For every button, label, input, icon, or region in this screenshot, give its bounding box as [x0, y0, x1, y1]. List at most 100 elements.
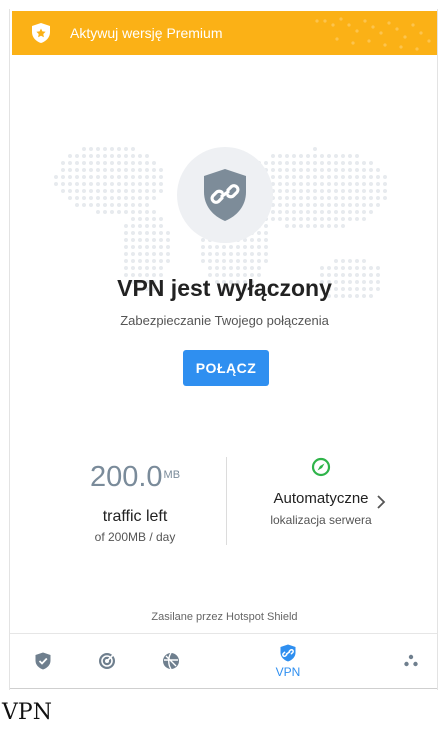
- map-dot: [124, 196, 128, 200]
- map-dot: [110, 161, 114, 165]
- map-dot: [285, 161, 289, 165]
- map-dot: [131, 196, 135, 200]
- tab-scanner[interactable]: [90, 634, 124, 688]
- map-dot: [292, 203, 296, 207]
- map-dot: [327, 168, 331, 172]
- map-dot: [299, 203, 303, 207]
- premium-banner[interactable]: Aktywuj wersję Premium: [12, 11, 437, 55]
- map-dot: [313, 154, 317, 158]
- map-dot: [103, 147, 107, 151]
- map-dot: [334, 203, 338, 207]
- chevron-right-icon[interactable]: [376, 495, 386, 509]
- map-dot: [124, 245, 128, 249]
- map-dot: [369, 189, 373, 193]
- map-dot: [159, 175, 163, 179]
- map-dot: [131, 252, 135, 256]
- map-dot: [320, 182, 324, 186]
- map-dot: [383, 196, 387, 200]
- map-dot: [96, 168, 100, 172]
- connect-button[interactable]: POŁĄCZ: [183, 350, 269, 386]
- map-dot: [285, 182, 289, 186]
- map-dot: [285, 168, 289, 172]
- map-dot: [320, 161, 324, 165]
- tab-protection[interactable]: [26, 634, 60, 688]
- map-dot: [348, 175, 352, 179]
- map-dot: [68, 168, 72, 172]
- map-dot: [362, 182, 366, 186]
- map-dot: [306, 175, 310, 179]
- traffic-unit: MB: [163, 469, 181, 481]
- map-dot: [75, 189, 79, 193]
- map-dot: [292, 175, 296, 179]
- map-dot: [124, 231, 128, 235]
- map-dot: [96, 182, 100, 186]
- map-dot: [152, 245, 156, 249]
- map-dot: [334, 224, 338, 228]
- map-dot: [166, 252, 170, 256]
- map-dot: [320, 175, 324, 179]
- map-dot: [306, 196, 310, 200]
- map-dot: [327, 210, 331, 214]
- map-dot: [75, 161, 79, 165]
- map-dot: [278, 196, 282, 200]
- map-dot: [292, 224, 296, 228]
- map-dot: [299, 154, 303, 158]
- map-dot: [327, 182, 331, 186]
- map-dot: [152, 231, 156, 235]
- map-dot: [278, 217, 282, 221]
- map-dot: [82, 168, 86, 172]
- map-dot: [68, 154, 72, 158]
- map-dot: [82, 203, 86, 207]
- map-dot: [369, 210, 373, 214]
- map-dot: [292, 168, 296, 172]
- map-dot: [103, 161, 107, 165]
- map-dot: [257, 245, 261, 249]
- tab-vpn[interactable]: VPN: [268, 634, 308, 688]
- server-location-selector[interactable]: Automatyczne lokalizacja serwera: [236, 457, 406, 527]
- map-dot: [159, 252, 163, 256]
- map-dot: [285, 203, 289, 207]
- map-dot: [96, 210, 100, 214]
- map-dot: [131, 175, 135, 179]
- map-dot: [166, 231, 170, 235]
- map-dot: [152, 224, 156, 228]
- stats-divider: [226, 457, 227, 545]
- map-dot: [369, 203, 373, 207]
- tab-speed[interactable]: [154, 634, 188, 688]
- map-dot: [306, 154, 310, 158]
- map-dot: [124, 238, 128, 242]
- map-dot: [250, 266, 254, 270]
- map-dot: [131, 266, 135, 270]
- map-dot: [208, 266, 212, 270]
- map-dot: [82, 161, 86, 165]
- map-dot: [355, 175, 359, 179]
- map-dot: [341, 175, 345, 179]
- map-dot: [243, 245, 247, 249]
- map-dot: [110, 154, 114, 158]
- map-dot: [362, 168, 366, 172]
- map-dot: [348, 182, 352, 186]
- map-dot: [124, 266, 128, 270]
- map-dot: [103, 168, 107, 172]
- traffic-label: traffic left: [102, 508, 168, 525]
- map-dot: [201, 252, 205, 256]
- map-dot: [166, 259, 170, 263]
- map-dot: [355, 203, 359, 207]
- map-dot: [306, 161, 310, 165]
- map-dot: [82, 196, 86, 200]
- traffic-panel: 200.0MB traffic left of 200MB / day: [50, 457, 220, 544]
- map-dot: [152, 189, 156, 193]
- tab-more[interactable]: [394, 634, 428, 688]
- map-dot: [145, 210, 149, 214]
- map-dot: [341, 203, 345, 207]
- map-dot: [306, 203, 310, 207]
- map-dot: [159, 217, 163, 221]
- map-dot: [320, 224, 324, 228]
- map-dot: [320, 189, 324, 193]
- map-dot: [145, 245, 149, 249]
- map-dot: [278, 210, 282, 214]
- map-dot: [110, 203, 114, 207]
- map-dot: [376, 203, 380, 207]
- map-dot: [264, 161, 268, 165]
- map-dot: [159, 182, 163, 186]
